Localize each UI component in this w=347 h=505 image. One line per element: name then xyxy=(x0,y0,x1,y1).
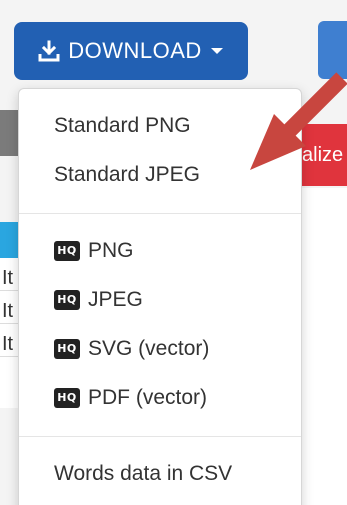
download-button[interactable]: DOWNLOAD xyxy=(14,22,248,80)
menu-item-label: JPEG xyxy=(88,287,143,311)
menu-item-hq-jpeg[interactable]: HQ JPEG xyxy=(19,275,301,324)
hq-icon: HQ xyxy=(54,338,80,359)
list-item[interactable]: It xyxy=(0,291,18,324)
menu-item-label: PDF (vector) xyxy=(88,385,208,409)
menu-item-label: SVG (vector) xyxy=(88,336,210,360)
download-dropdown-menu: Standard PNG Standard JPEG HQ PNG HQ JPE… xyxy=(18,88,302,505)
menu-item-label: Words data in CSV xyxy=(54,461,233,485)
toolbar-button-partial[interactable] xyxy=(318,21,347,79)
download-icon xyxy=(38,40,60,62)
left-blue-tab[interactable] xyxy=(0,222,18,258)
menu-item-label: Standard JPEG xyxy=(54,162,200,186)
menu-item-standard-jpeg[interactable]: Standard JPEG xyxy=(19,150,301,199)
menu-item-hq-pdf[interactable]: HQ PDF (vector) xyxy=(19,373,301,422)
menu-item-standard-png[interactable]: Standard PNG xyxy=(19,101,301,150)
menu-item-hq-png[interactable]: HQ PNG xyxy=(19,226,301,275)
menu-item-label: Standard PNG xyxy=(54,113,191,137)
caret-down-icon xyxy=(210,46,224,56)
menu-item-label: PNG xyxy=(88,238,134,262)
menu-item-hq-svg[interactable]: HQ SVG (vector) xyxy=(19,324,301,373)
menu-item-words-csv[interactable]: Words data in CSV xyxy=(19,449,301,498)
left-list: It It It xyxy=(0,258,18,408)
list-item[interactable]: It xyxy=(0,324,18,357)
right-panel xyxy=(300,188,347,505)
visualize-banner[interactable]: alize xyxy=(296,124,347,186)
banner-text: alize xyxy=(302,144,344,166)
hq-icon: HQ xyxy=(54,240,80,261)
menu-divider xyxy=(19,213,301,214)
hq-icon: HQ xyxy=(54,289,80,310)
menu-divider xyxy=(19,436,301,437)
download-button-label: DOWNLOAD xyxy=(68,38,202,63)
background-strip xyxy=(0,110,18,156)
list-item[interactable]: It xyxy=(0,258,18,291)
page: alize It It It DOWNLOAD Standard PNG Sta… xyxy=(0,0,347,505)
hq-icon: HQ xyxy=(54,387,80,408)
